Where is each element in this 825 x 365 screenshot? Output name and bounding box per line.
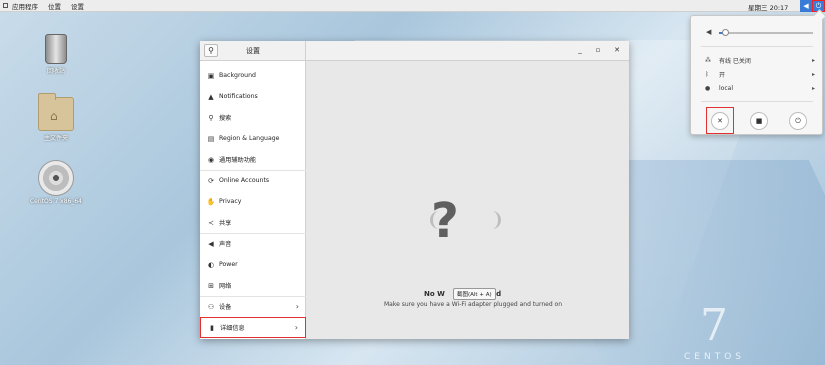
sidebar-item-search[interactable]: ⚲ 搜索 <box>200 107 306 128</box>
search-icon: ⚲ <box>208 46 214 55</box>
folder-home-icon: ⌂ <box>38 93 74 131</box>
settings-sidebar: ▣ Background ▲ Notifications ⚲ 搜索 ▤ Regi… <box>200 61 306 339</box>
sidebar-item-label: Background <box>219 72 256 79</box>
desktop-icon-label: 主文件夹 <box>43 135 68 142</box>
no-wifi-title-start: No W <box>424 290 445 298</box>
desktop-icon-label: CentOS 7 x86_64 <box>29 198 83 205</box>
applications-menu[interactable]: 应用程序 <box>12 1 38 11</box>
wired-label: 有线 已关闭 <box>719 58 751 65</box>
screenshot-tooltip: 截图(Alt + A) <box>453 288 496 300</box>
camera-icon: ▤ <box>207 134 215 143</box>
sidebar-item-details[interactable]: ▮ 详细信息 › <box>200 317 306 338</box>
chevron-right-icon: › <box>295 302 299 311</box>
sidebar-item-label: 网络 <box>219 283 232 290</box>
volume-slider-knob[interactable] <box>721 29 729 36</box>
sidebar-item-network[interactable]: ⊞ 网络 <box>200 275 306 296</box>
volume-tray-icon[interactable]: ◀ <box>800 0 812 12</box>
bluetooth-label: 开 <box>719 72 726 79</box>
no-wifi-subtitle: Make sure you have a Wi-Fi adapter plugg… <box>384 301 563 308</box>
sidebar-item-label: 搜索 <box>219 115 232 122</box>
info-icon: ▮ <box>210 323 214 332</box>
sidebar-item-privacy[interactable]: ✋ Privacy <box>200 191 306 212</box>
optical-disc-icon <box>38 160 74 196</box>
chevron-right-icon: ▸ <box>811 57 815 64</box>
sidebar-item-online-accounts[interactable]: ⟳ Online Accounts <box>200 170 306 191</box>
sidebar-item-label: 声音 <box>219 241 232 248</box>
desktop-icon-home[interactable]: ⌂ 主文件夹 <box>26 93 86 142</box>
minimize-button[interactable]: _ <box>575 46 585 54</box>
volume-slider[interactable] <box>719 29 813 36</box>
power-icon: ⏻ <box>795 117 801 125</box>
bluetooth-row[interactable]: ᛒ 开 ▸ <box>705 69 815 80</box>
sidebar-item-label: 通用辅助功能 <box>219 157 257 164</box>
image-icon: ▣ <box>207 71 215 80</box>
bluetooth-icon: ᛒ <box>705 71 709 78</box>
trash-icon <box>45 34 67 64</box>
sidebar-item-label: Privacy <box>219 198 242 205</box>
network-icon: ⊞ <box>208 281 214 290</box>
share-icon: ≺ <box>208 218 214 227</box>
desktop-icon-label: 回收站 <box>46 68 65 75</box>
top-bar: 应用程序 位置 设置 星期三 20:17 ◀ ⏻ <box>0 0 825 12</box>
network-wired-icon: ⁂ <box>705 57 711 64</box>
sidebar-item-label: Notifications <box>219 93 258 100</box>
chevron-right-icon: ▸ <box>811 85 815 92</box>
settings-menu[interactable]: 设置 <box>71 1 84 11</box>
window-title: 设置 <box>246 47 260 55</box>
online-accounts-icon: ⟳ <box>208 176 214 185</box>
lock-button[interactable]: ■ <box>750 112 768 130</box>
question-mark-icon: ? <box>431 193 459 249</box>
sidebar-item-label: Online Accounts <box>219 177 270 184</box>
bell-icon: ▲ <box>208 92 214 101</box>
centos-logo-word: CENTOS <box>684 352 745 362</box>
chevron-right-icon: ▸ <box>811 71 815 78</box>
sidebar-item-label: 共享 <box>219 220 232 227</box>
clock[interactable]: 星期三 20:17 <box>748 2 788 12</box>
devices-icon: ⚇ <box>207 302 215 311</box>
volume-icon: ◀ <box>706 28 712 36</box>
maximize-button[interactable]: ▫ <box>593 46 603 54</box>
apps-grid-icon <box>3 3 8 8</box>
power-icon: ◐ <box>207 260 215 269</box>
sidebar-item-label: Region & Language <box>219 135 280 142</box>
sidebar-item-label: 设备 <box>219 304 232 311</box>
user-label: local <box>719 85 733 92</box>
sidebar-item-label: Power <box>219 261 238 268</box>
sidebar-item-sound[interactable]: ◀ 声音 <box>200 233 306 254</box>
close-button[interactable]: ✕ <box>612 46 622 54</box>
places-menu[interactable]: 位置 <box>48 1 61 11</box>
sidebar-item-power[interactable]: ◐ Power <box>200 254 306 275</box>
tools-icon: ✕ <box>717 117 723 125</box>
user-icon: ● <box>705 85 711 92</box>
desktop-icon-trash[interactable]: 回收站 <box>26 34 86 75</box>
settings-window: ⚲ 设置 _ ▫ ✕ ▣ Background ▲ Notifications … <box>200 41 629 339</box>
wired-row[interactable]: ⁂ 有线 已关闭 ▸ <box>705 55 815 66</box>
hand-icon: ✋ <box>206 197 216 206</box>
sidebar-item-accessibility[interactable]: ◉ 通用辅助功能 <box>200 149 306 170</box>
sidebar-item-region-language[interactable]: ▤ Region & Language <box>200 128 306 149</box>
sidebar-item-devices[interactable]: ⚇ 设备 › <box>200 296 306 317</box>
sidebar-item-background[interactable]: ▣ Background <box>200 65 306 86</box>
window-header: ⚲ 设置 _ ▫ ✕ <box>200 41 629 61</box>
settings-button[interactable]: ✕ <box>711 112 729 130</box>
sidebar-item-notifications[interactable]: ▲ Notifications <box>200 86 306 107</box>
system-menu: ◀ ⁂ 有线 已关闭 ▸ ᛒ 开 ▸ ● local ▸ ✕ ■ ⏻ <box>690 15 823 135</box>
centos-logo-number: 7 <box>700 300 728 351</box>
wifi-wave-icon <box>483 211 501 229</box>
chevron-right-icon: › <box>294 323 298 332</box>
sidebar-item-label: 详细信息 <box>220 325 245 332</box>
user-row[interactable]: ● local ▸ <box>705 83 815 94</box>
speaker-icon: ◀ <box>208 239 214 248</box>
search-button[interactable]: ⚲ <box>204 44 218 57</box>
search-icon: ⚲ <box>208 113 214 122</box>
desktop-icon-disc[interactable]: CentOS 7 x86_64 <box>26 160 86 205</box>
sidebar-item-sharing[interactable]: ≺ 共享 <box>200 212 306 233</box>
power-off-button[interactable]: ⏻ <box>789 112 807 130</box>
accessibility-icon: ◉ <box>207 155 215 164</box>
lock-icon: ■ <box>755 117 763 125</box>
wifi-panel: ? No WFound Make sure you have a Wi-Fi a… <box>306 61 629 339</box>
